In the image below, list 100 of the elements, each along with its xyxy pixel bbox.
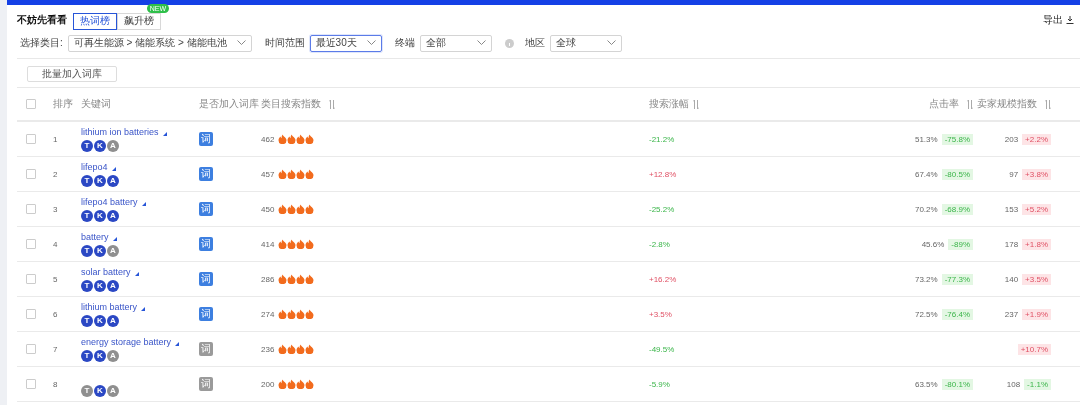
seller-index: 153 xyxy=(1003,204,1019,214)
change-tag: -80.5% xyxy=(941,168,973,180)
checkbox[interactable] xyxy=(26,204,36,214)
filter-label: 地区 xyxy=(524,36,545,50)
seller-index: 108 xyxy=(1005,379,1021,389)
source-tag: A xyxy=(107,279,119,292)
search-index: 462 xyxy=(261,134,275,144)
click-rate: 63.5% xyxy=(914,379,938,389)
source-tag: A xyxy=(107,384,119,397)
chevron-down-icon xyxy=(236,40,246,46)
keyword-link[interactable]: energy storage battery xyxy=(81,336,172,347)
source-tag: K xyxy=(94,314,106,327)
library-status-icon[interactable]: 词 xyxy=(199,307,213,321)
source-tag: A xyxy=(107,244,119,257)
keyword-link[interactable]: solar battery xyxy=(81,266,131,277)
chevron-down-icon xyxy=(476,40,486,46)
source-tag: K xyxy=(94,279,106,292)
source-tag: A xyxy=(107,174,119,187)
corner-triangle-icon xyxy=(141,306,146,311)
checkbox[interactable] xyxy=(26,134,36,144)
source-tag: T xyxy=(81,314,93,327)
source-tag: T xyxy=(81,209,93,222)
chevron-down-icon xyxy=(366,40,376,46)
dropdown[interactable]: 最近30天 xyxy=(309,34,382,52)
source-tag: A xyxy=(107,314,119,327)
source-tag: T xyxy=(81,279,93,292)
seller-index: 237 xyxy=(1003,309,1019,319)
keyword-link[interactable]: lithium battery xyxy=(81,301,138,312)
change-tag: +1.8% xyxy=(1022,238,1051,250)
dropdown[interactable]: 可再生能源 > 储能系统 > 储能电池 xyxy=(67,34,252,52)
seller-index: 178 xyxy=(1003,239,1019,249)
source-tag: A xyxy=(107,349,119,362)
checkbox[interactable] xyxy=(26,344,36,354)
rank-number: 2 xyxy=(52,169,59,179)
download-icon xyxy=(1066,16,1074,24)
checkbox[interactable] xyxy=(26,274,36,284)
checkbox[interactable] xyxy=(26,169,36,179)
column-header: 搜索涨幅 xyxy=(649,97,689,111)
column-header: 类目搜索指数 xyxy=(261,97,321,111)
column-header: 点击率 xyxy=(929,97,959,111)
source-tag: K xyxy=(94,384,106,397)
change-tag: -89% xyxy=(948,238,973,250)
search-index: 286 xyxy=(261,274,275,284)
search-index: 450 xyxy=(261,204,275,214)
change-tag: +5.2% xyxy=(1022,203,1051,215)
rank-number: 8 xyxy=(52,379,59,389)
click-rate: 51.3% xyxy=(914,134,938,144)
growth-value: +12.8% xyxy=(649,169,677,179)
change-tag: +2.2% xyxy=(1022,133,1051,145)
export-button[interactable]: 导出 xyxy=(1037,13,1080,27)
chevron-down-icon xyxy=(606,40,616,46)
growth-value: +16.2% xyxy=(649,274,677,284)
change-tag: +10.7% xyxy=(1017,343,1051,355)
change-tag: +1.9% xyxy=(1022,308,1051,320)
change-tag: -77.3% xyxy=(941,273,973,285)
search-index: 236 xyxy=(261,344,275,354)
filter-label: 时间范围 xyxy=(264,36,305,50)
keyword-link[interactable]: battery xyxy=(81,231,109,242)
dropdown[interactable]: 全部 xyxy=(419,34,492,52)
keyword-link[interactable]: lifepo4 battery xyxy=(81,196,138,207)
corner-triangle-icon xyxy=(175,341,180,346)
corner-triangle-icon xyxy=(162,131,167,136)
source-tag: A xyxy=(107,139,119,152)
source-tag: T xyxy=(81,244,93,257)
keyword-link[interactable]: lifepo4 xyxy=(81,161,108,172)
change-tag: +3.8% xyxy=(1022,168,1051,180)
corner-triangle-icon xyxy=(111,166,116,171)
seller-index: 140 xyxy=(1003,274,1019,284)
keyword-link[interactable]: lithium ion batteries xyxy=(81,126,159,137)
library-status-icon[interactable]: 词 xyxy=(199,272,213,286)
change-tag: -75.8% xyxy=(941,133,973,145)
rank-number: 3 xyxy=(52,204,59,214)
change-tag: -76.4% xyxy=(941,308,973,320)
bulk-add-button[interactable]: 批量加入词库 xyxy=(27,66,117,82)
dropdown[interactable]: 全球 xyxy=(549,34,622,52)
source-tag: K xyxy=(94,174,106,187)
checkbox[interactable] xyxy=(26,239,36,249)
source-tag: K xyxy=(94,209,106,222)
growth-value: -49.5% xyxy=(649,344,675,354)
rank-number: 1 xyxy=(52,134,59,144)
tab[interactable]: 飙升榜 xyxy=(117,12,161,30)
library-status-icon[interactable]: 词 xyxy=(199,237,213,251)
rank-number: 4 xyxy=(52,239,59,249)
change-tag: -80.1% xyxy=(941,378,973,390)
click-rate: 73.2% xyxy=(914,274,938,284)
checkbox[interactable] xyxy=(26,309,36,319)
seller-index: 97 xyxy=(1008,169,1019,179)
corner-triangle-icon xyxy=(134,271,139,276)
growth-value: +3.5% xyxy=(649,309,672,319)
source-tag: K xyxy=(94,139,106,152)
column-header: 卖家规模指数 xyxy=(977,97,1037,111)
checkbox[interactable] xyxy=(26,379,36,389)
library-status-icon[interactable]: 词 xyxy=(199,132,213,146)
library-status-icon[interactable]: 词 xyxy=(199,167,213,181)
growth-value: -25.2% xyxy=(649,204,675,214)
checkbox[interactable] xyxy=(26,99,36,109)
tab[interactable]: 热词榜 xyxy=(73,12,117,30)
library-status-icon[interactable]: 词 xyxy=(199,202,213,216)
search-index: 457 xyxy=(261,169,275,179)
click-rate: 45.6% xyxy=(921,239,945,249)
